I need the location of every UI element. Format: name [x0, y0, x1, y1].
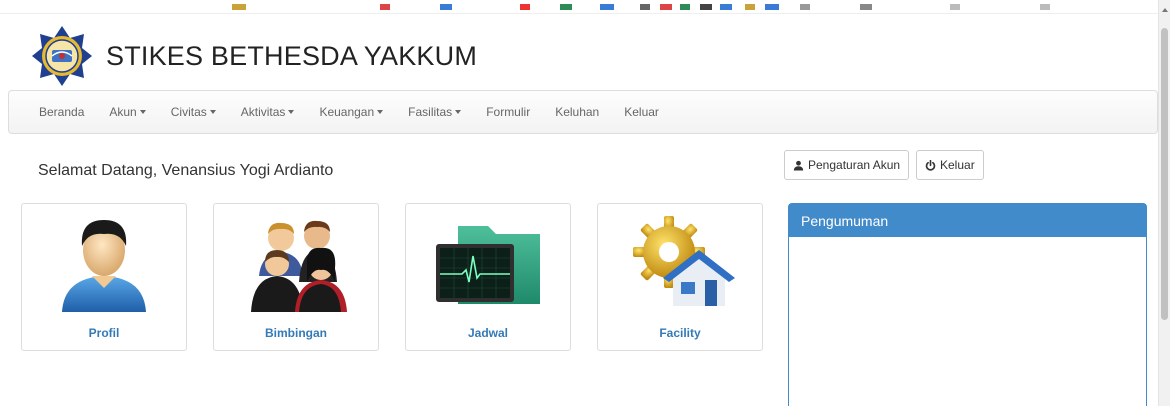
announcement-title: Pengumuman [789, 204, 1146, 237]
tile-label: Bimbingan [265, 326, 327, 340]
nav-item-keuangan[interactable]: Keuangan [319, 105, 384, 119]
person-icon [62, 220, 146, 312]
nav-item-keluhan[interactable]: Keluhan [555, 105, 599, 119]
site-title: STIKES BETHESDA YAKKUM [106, 40, 478, 71]
main-navbar: Beranda Akun Civitas Aktivitas Keuangan … [8, 90, 1158, 134]
caret-down-icon [288, 110, 295, 114]
nav-item-akun[interactable]: Akun [109, 105, 146, 119]
tile-profil[interactable]: Profil [21, 203, 187, 351]
caret-down-icon [139, 110, 146, 114]
caret-down-icon [455, 110, 462, 114]
tile-facility[interactable]: Facility [597, 203, 763, 351]
logout-button[interactable]: Keluar [916, 150, 984, 180]
site-brand[interactable]: STIKES BETHESDA YAKKUM [30, 24, 477, 88]
caret-down-icon [209, 110, 216, 114]
scroll-up-icon[interactable] [1162, 8, 1168, 12]
scroll-thumb[interactable] [1161, 28, 1168, 320]
bethesda-seal-icon [32, 26, 92, 86]
tile-bimbingan[interactable]: Bimbingan [213, 203, 379, 351]
nav-item-fasilitas[interactable]: Fasilitas [408, 105, 462, 119]
welcome-message: Selamat Datang, Venansius Yogi Ardianto [38, 162, 334, 179]
group-icon [251, 220, 347, 312]
announcement-panel: Pengumuman [788, 203, 1147, 406]
browser-bookmark-strip [0, 0, 1158, 14]
tile-jadwal[interactable]: Jadwal [405, 203, 571, 351]
nav-item-beranda[interactable]: Beranda [39, 105, 84, 119]
account-settings-button[interactable]: Pengaturan Akun [784, 150, 910, 180]
nav-item-keluar[interactable]: Keluar [624, 105, 659, 119]
tile-label: Jadwal [467, 326, 509, 340]
gear-house-icon [633, 216, 735, 306]
nav-item-aktivitas[interactable]: Aktivitas [241, 105, 295, 119]
monitor-folder-icon [436, 226, 540, 304]
user-icon [793, 160, 804, 171]
power-icon [925, 159, 936, 171]
caret-down-icon [377, 110, 384, 114]
nav-item-formulir[interactable]: Formulir [486, 105, 530, 119]
tile-label: Facility [659, 326, 701, 340]
nav-item-civitas[interactable]: Civitas [171, 105, 216, 119]
tile-label: Profil [88, 326, 120, 340]
page-scrollbar[interactable] [1158, 0, 1170, 406]
